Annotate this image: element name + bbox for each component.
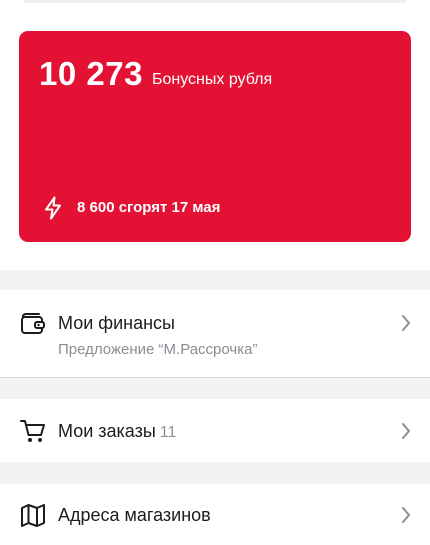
cart-icon <box>20 420 45 442</box>
previous-card-edge <box>24 0 406 3</box>
bonus-expiry-text: 8 600 сгорят 17 мая <box>77 199 221 216</box>
chevron-right-icon <box>402 315 410 331</box>
orders-title-wrap: Мои заказы 11 <box>58 420 176 444</box>
bonus-expiry-row: 8 600 сгорят 17 мая <box>43 196 220 220</box>
bonus-amount: 10 273 <box>39 55 143 92</box>
map-icon <box>21 504 45 527</box>
finances-title: Мои финансы <box>58 313 175 333</box>
menu-item-orders[interactable]: Мои заказы 11 <box>0 399 430 462</box>
menu-item-finances[interactable]: Мои финансы Предложение “М.Рассрочка” <box>0 290 430 378</box>
bonus-section: 10 273 Бонусных рубля 8 600 сгорят 17 ма… <box>0 0 430 270</box>
stores-title: Адреса магазинов <box>58 505 211 525</box>
menu-item-stores[interactable]: Адреса магазинов <box>0 484 430 545</box>
bonus-card[interactable]: 10 273 Бонусных рубля 8 600 сгорят 17 ма… <box>19 31 411 242</box>
chevron-right-icon <box>402 423 410 439</box>
bonus-label: Бонусных рубля <box>152 71 273 88</box>
wallet-icon <box>21 313 45 334</box>
finances-subtitle: Предложение “М.Рассрочка” <box>58 341 258 358</box>
lightning-bolt-icon <box>45 196 61 220</box>
orders-title: Мои заказы <box>58 421 156 441</box>
divider <box>0 377 430 378</box>
chevron-right-icon <box>402 507 410 523</box>
orders-count: 11 <box>159 424 177 441</box>
